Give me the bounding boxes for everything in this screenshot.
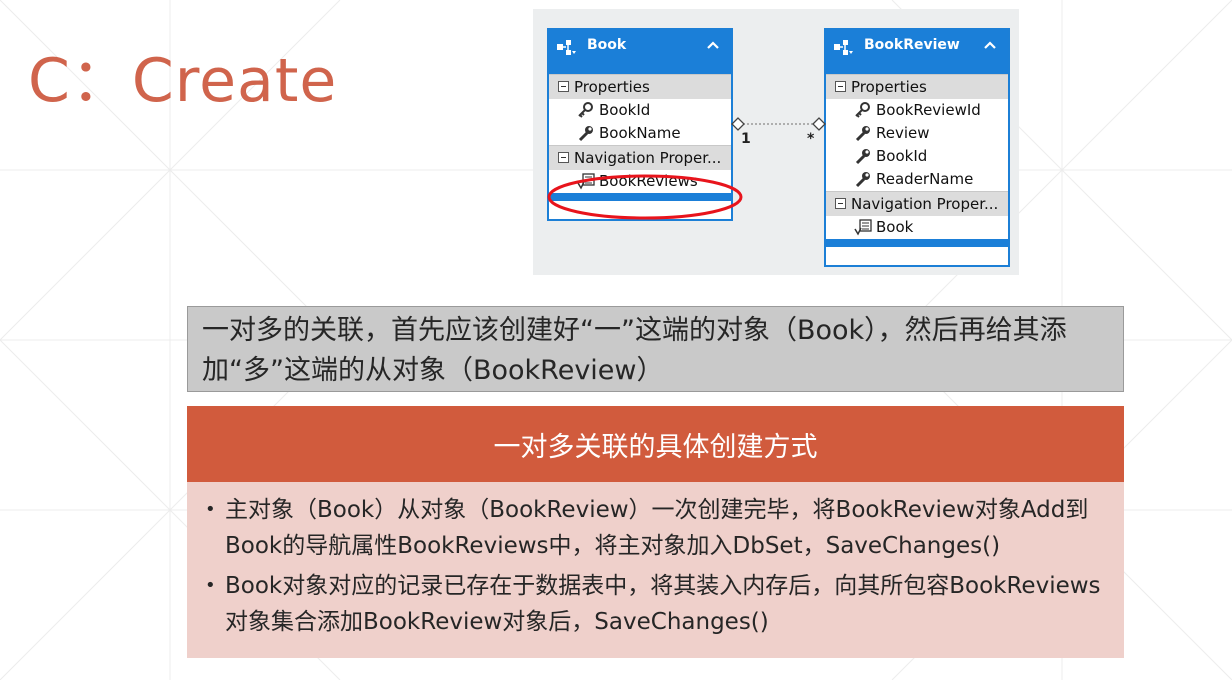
- highlight-ellipse: [547, 174, 743, 220]
- bullet-icon: •: [205, 575, 216, 596]
- right-multiplicity: *: [807, 131, 815, 147]
- left-multiplicity: 1: [741, 131, 751, 147]
- list-item: • 主对象（Book）从对象（BookReview）一次创建完毕，将BookRe…: [205, 492, 1118, 564]
- bullet-text: Book对象对应的记录已存在于数据表中，将其装入内存后，向其所包容BookRev…: [225, 573, 1101, 635]
- note-box: 一对多的关联，首先应该创建好“一”这端的对象（Book），然后再给其添加“多”这…: [187, 306, 1124, 392]
- entity-diagram: Book Properties BookId BookName Navigati…: [533, 9, 1019, 275]
- bullet-icon: •: [205, 499, 216, 520]
- panel-body: • 主对象（Book）从对象（BookReview）一次创建完毕，将BookRe…: [187, 482, 1124, 658]
- list-item: • Book对象对应的记录已存在于数据表中，将其装入内存后，向其所包容BookR…: [205, 568, 1118, 640]
- association-connector[interactable]: [533, 9, 1019, 275]
- panel-header: 一对多关联的具体创建方式: [187, 406, 1124, 482]
- bullet-text: 主对象（Book）从对象（BookReview）一次创建完毕，将BookRevi…: [225, 497, 1089, 559]
- slide-title: C：Create: [28, 46, 338, 116]
